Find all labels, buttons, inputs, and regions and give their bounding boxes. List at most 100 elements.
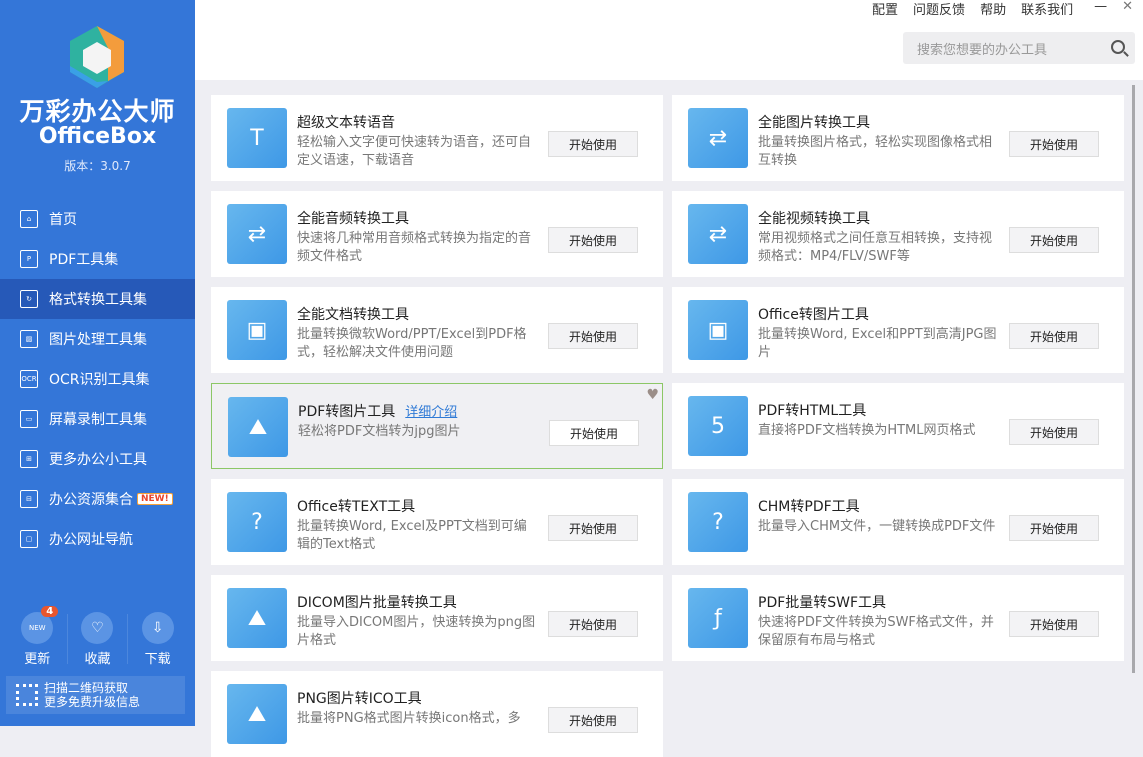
app-name-en: OfficeBox xyxy=(0,124,195,149)
menu-help[interactable]: 帮助 xyxy=(980,0,1006,18)
tool-title-row: Office转图片工具 xyxy=(758,304,869,324)
tool-icon: 5 xyxy=(688,396,748,456)
tool-icon: ⇄ xyxy=(688,108,748,168)
tool-title-row: 全能视频转换工具 xyxy=(758,208,870,228)
start-button[interactable]: 开始使用 xyxy=(549,420,639,446)
grid-icon: ⊞ xyxy=(20,450,38,468)
tool-title: Office转图片工具 xyxy=(758,307,869,323)
sidebar-item-label: 屏幕录制工具集 xyxy=(49,409,147,429)
tool-card[interactable]: ⛰ PNG图片转ICO工具 批量将PNG格式图片转换icon格式，多 开始使用 xyxy=(211,671,663,757)
favorite-button[interactable]: ♡ 收藏 xyxy=(68,610,126,667)
update-icon-text: NEW xyxy=(29,624,46,632)
tool-icon: T xyxy=(227,108,287,168)
start-button[interactable]: 开始使用 xyxy=(548,131,638,157)
start-button[interactable]: 开始使用 xyxy=(1009,227,1099,253)
tool-title: 全能图片转换工具 xyxy=(758,115,870,131)
minimize-button[interactable]: — xyxy=(1094,0,1107,18)
tool-card[interactable]: ⇄ 全能视频转换工具 常用视频格式之间任意互相转换，支持视频格式：MP4/FLV… xyxy=(672,191,1124,277)
qr-line2: 更多免费升级信息 xyxy=(44,695,140,709)
window-menu: 配置 问题反馈 帮助 联系我们 — ✕ xyxy=(872,0,1133,18)
tool-title: 超级文本转语音 xyxy=(297,115,395,131)
start-button[interactable]: 开始使用 xyxy=(1009,515,1099,541)
tool-card[interactable]: ⛰ PDF转图片工具详细介绍 轻松将PDF文档转为jpg图片 开始使用 ♥ xyxy=(211,383,663,469)
tool-title: PDF转图片工具 xyxy=(298,404,395,420)
start-button[interactable]: 开始使用 xyxy=(548,515,638,541)
sidebar-item-4[interactable]: OCROCR识别工具集 xyxy=(0,359,195,399)
start-button[interactable]: 开始使用 xyxy=(1009,419,1099,445)
sidebar-item-2[interactable]: ↻格式转换工具集 xyxy=(0,279,195,319)
tool-description: 批量转换微软Word/PPT/Excel到PDF格式，轻松解决文件使用问题 xyxy=(297,326,537,362)
tool-icon: ⛰ xyxy=(227,684,287,744)
sidebar-item-8[interactable]: ▢办公网址导航 xyxy=(0,519,195,559)
tool-card[interactable]: ▣ 全能文档转换工具 批量转换微软Word/PPT/Excel到PDF格式，轻松… xyxy=(211,287,663,373)
heart-icon[interactable]: ♥ xyxy=(646,387,659,403)
tool-title: PDF批量转SWF工具 xyxy=(758,595,886,611)
sidebar-item-0[interactable]: ⌂首页 xyxy=(0,199,195,239)
sidebar-item-label: 首页 xyxy=(49,209,77,229)
menu-config[interactable]: 配置 xyxy=(872,0,898,18)
tool-description: 批量导入CHM文件，一键转换成PDF文件 xyxy=(758,518,998,536)
tool-card[interactable]: ⛰ DICOM图片批量转换工具 批量导入DICOM图片，快速转换为png图片格式… xyxy=(211,575,663,661)
tool-description: 轻松将PDF文档转为jpg图片 xyxy=(298,423,538,441)
tool-title: 全能文档转换工具 xyxy=(297,307,409,323)
tool-icon: ⛰ xyxy=(228,397,288,457)
new-badge: NEW! xyxy=(137,493,173,505)
tool-title-row: DICOM图片批量转换工具 xyxy=(297,592,457,612)
sidebar-item-6[interactable]: ⊞更多办公小工具 xyxy=(0,439,195,479)
app-name-cn: 万彩办公大师 xyxy=(0,92,195,128)
start-button[interactable]: 开始使用 xyxy=(548,611,638,637)
start-button[interactable]: 开始使用 xyxy=(548,707,638,733)
tool-title: CHM转PDF工具 xyxy=(758,499,860,515)
download-button[interactable]: ⇩ 下载 xyxy=(129,610,187,667)
update-count-badge: 4 xyxy=(41,606,58,617)
top-bar: 配置 问题反馈 帮助 联系我们 — ✕ 搜索您想要的办公工具 xyxy=(195,0,1143,80)
update-button[interactable]: NEW 4 更新 xyxy=(8,610,66,667)
tool-card[interactable]: 5 PDF转HTML工具 直接将PDF文档转换为HTML网页格式 开始使用 xyxy=(672,383,1124,469)
tool-card[interactable]: ƒ PDF批量转SWF工具 快速将PDF文件转换为SWF格式文件，并保留原有布局… xyxy=(672,575,1124,661)
menu-contact[interactable]: 联系我们 xyxy=(1021,0,1073,18)
tool-icon: ⇄ xyxy=(688,204,748,264)
tool-description: 轻松输入文字便可快速转为语音，还可自定义语速，下载语音 xyxy=(297,134,537,170)
tool-title-row: CHM转PDF工具 xyxy=(758,496,860,516)
tool-title: PDF转HTML工具 xyxy=(758,403,866,419)
briefcase-icon: ⊟ xyxy=(20,490,38,508)
tool-card[interactable]: ▣ Office转图片工具 批量转换Word, Excel和PPT到高清JPG图… xyxy=(672,287,1124,373)
tool-card[interactable]: ⇄ 全能图片转换工具 批量转换图片格式，轻松实现图像格式相互转换 开始使用 xyxy=(672,95,1124,181)
start-button[interactable]: 开始使用 xyxy=(548,323,638,349)
sidebar: 万彩办公大师 OfficeBox 版本：3.0.7 ⌂首页PPDF工具集↻格式转… xyxy=(0,0,195,726)
tool-card[interactable]: ⇄ 全能音频转换工具 快速将几种常用音频格式转换为指定的音频文件格式 开始使用 xyxy=(211,191,663,277)
download-label: 下载 xyxy=(145,652,171,667)
close-button[interactable]: ✕ xyxy=(1122,0,1133,18)
sidebar-item-3[interactable]: ▨图片处理工具集 xyxy=(0,319,195,359)
tool-card[interactable]: T 超级文本转语音 轻松输入文字便可快速转为语音，还可自定义语速，下载语音 开始… xyxy=(211,95,663,181)
sidebar-item-1[interactable]: P PDF工具集 xyxy=(0,239,195,279)
tool-description: 批量转换图片格式，轻松实现图像格式相互转换 xyxy=(758,134,998,170)
start-button[interactable]: 开始使用 xyxy=(1009,611,1099,637)
pdf-icon: P xyxy=(20,250,38,268)
sidebar-item-label: 格式转换工具集 xyxy=(49,289,147,309)
sidebar-item-5[interactable]: ▭屏幕录制工具集 xyxy=(0,399,195,439)
tool-title-row: Office转TEXT工具 xyxy=(297,496,415,516)
tool-card[interactable]: ? CHM转PDF工具 批量导入CHM文件，一键转换成PDF文件 开始使用 xyxy=(672,479,1124,565)
start-button[interactable]: 开始使用 xyxy=(1009,131,1099,157)
tool-description: 批量转换Word, Excel和PPT到高清JPG图片 xyxy=(758,326,998,362)
start-button[interactable]: 开始使用 xyxy=(1009,323,1099,349)
sidebar-item-label: 图片处理工具集 xyxy=(49,329,147,349)
tool-description: 常用视频格式之间任意互相转换，支持视频格式：MP4/FLV/SWF等 xyxy=(758,230,998,266)
tool-icon: ⇄ xyxy=(227,204,287,264)
sidebar-item-label: PDF工具集 xyxy=(49,249,118,269)
sidebar-nav: ⌂首页 P PDF工具集 ↻格式转换工具集▨图片处理工具集OCROCR识别工具集▭屏幕… xyxy=(0,199,195,559)
tool-icon: ▣ xyxy=(227,300,287,360)
heart-icon: ♡ xyxy=(81,612,113,644)
scrollbar[interactable] xyxy=(1132,85,1135,673)
detail-link[interactable]: 详细介绍 xyxy=(405,405,457,420)
menu-feedback[interactable]: 问题反馈 xyxy=(913,0,965,18)
search-icon[interactable] xyxy=(1111,40,1125,54)
tool-title-row: PDF转图片工具详细介绍 xyxy=(298,401,457,421)
start-button[interactable]: 开始使用 xyxy=(548,227,638,253)
sidebar-item-7[interactable]: ⊟办公资源集合NEW! xyxy=(0,479,195,519)
qr-promo[interactable]: 扫描二维码获取更多免费升级信息 xyxy=(6,676,185,714)
search-input[interactable]: 搜索您想要的办公工具 xyxy=(903,32,1135,64)
tool-card[interactable]: ? Office转TEXT工具 批量转换Word, Excel及PPT文档到可编… xyxy=(211,479,663,565)
tool-icon: ⛰ xyxy=(227,588,287,648)
